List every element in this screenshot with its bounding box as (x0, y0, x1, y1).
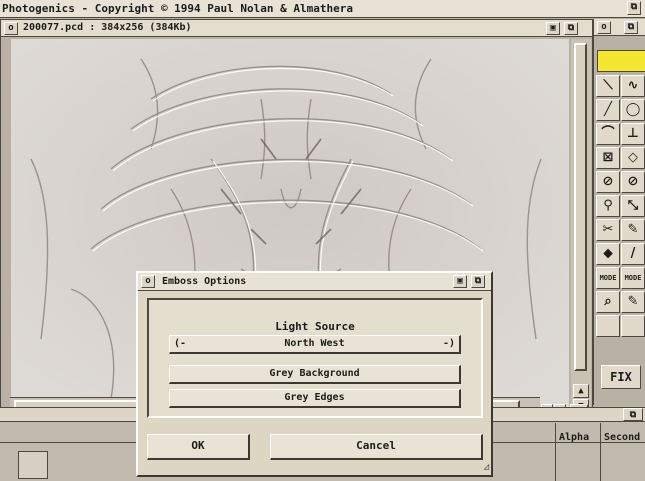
ok-button[interactable]: OK (147, 434, 250, 460)
dialog-zoom-gadget[interactable]: ▣ (453, 275, 467, 288)
brush-icon[interactable]: ⌕ (596, 291, 620, 313)
image-close-gadget[interactable]: o (4, 22, 18, 35)
vertical-scroll-knob[interactable] (574, 43, 587, 371)
vertical-scrollbar[interactable] (571, 39, 591, 419)
fill-icon[interactable]: ⬥ (596, 243, 620, 265)
column-divider (555, 443, 556, 481)
image-zoom-gadget[interactable]: ▣ (546, 22, 560, 35)
magnify-icon[interactable]: ⚲ (596, 195, 620, 217)
resize-icon[interactable]: ⤡ (621, 195, 645, 217)
screen-title: Photogenics - Copyright © 1994 Paul Nola… (2, 2, 353, 15)
layer-window-depth-gadget[interactable]: ⧉ (623, 408, 643, 421)
column-alpha[interactable]: Alpha (555, 423, 599, 443)
tool-palette: o ⧉ ⟍ ∿ ╱ ◯ ⌒ ⊥ ⊠ ◇ ⊘ ⊘ ⚲ ⤡ ✂ ✎ ⬥ / MODE MODE ⌕ ✎ (593, 19, 645, 405)
image-window-title-bar[interactable]: o 200077.pcd : 384x256 (384Kb) ▣ ⧉ (1, 20, 592, 37)
pipette-icon[interactable]: ✎ (621, 219, 645, 241)
vertical-measure-icon[interactable]: ⊥ (621, 123, 645, 145)
emboss-options-dialog: o Emboss Options ▣ ⧉ Light Source (- Nor… (136, 271, 493, 477)
freehand-icon[interactable]: ∿ (621, 75, 645, 97)
screen-depth-gadget[interactable]: ⧉ (627, 1, 641, 15)
oval-crossed-icon[interactable]: ⊘ (596, 171, 620, 193)
eraser-icon[interactable]: ✎ (621, 291, 645, 313)
pen-icon[interactable]: / (621, 243, 645, 265)
ellipse-icon[interactable]: ◯ (621, 99, 645, 121)
line-icon[interactable]: ╱ (596, 99, 620, 121)
screen-title-bar: Photogenics - Copyright © 1994 Paul Nola… (0, 0, 645, 18)
diamond-icon[interactable]: ◇ (621, 147, 645, 169)
column-second[interactable]: Second (600, 423, 645, 443)
dialog-title: Emboss Options (162, 276, 247, 287)
mode-alt-icon[interactable]: MODE (621, 267, 645, 289)
tool-palette-depth-gadget[interactable]: ⧉ (624, 21, 638, 34)
image-window-title: 200077.pcd : 384x256 (384Kb) (23, 22, 192, 33)
scissors-icon[interactable]: ✂ (596, 219, 620, 241)
cycle-previous-icon[interactable]: (- (174, 336, 186, 352)
current-color-swatch[interactable] (597, 50, 645, 72)
blank-tool-2-icon[interactable] (621, 315, 645, 337)
fix-button[interactable]: FIX (601, 365, 641, 389)
oval-filled-icon[interactable]: ⊘ (621, 171, 645, 193)
rectangle-icon[interactable]: ⊠ (596, 147, 620, 169)
blank-tool-icon[interactable] (596, 315, 620, 337)
curve-icon[interactable]: ⌒ (596, 123, 620, 145)
cancel-button[interactable]: Cancel (270, 434, 483, 460)
tool-palette-title-bar[interactable]: o ⧉ (594, 19, 645, 36)
brush-stroke-icon[interactable]: ⟍ (596, 75, 620, 97)
scroll-up-button[interactable]: ▲ (573, 384, 589, 398)
options-panel: Light Source (- North West -) Grey Backg… (147, 298, 483, 418)
mode-icon[interactable]: MODE (596, 267, 620, 289)
dialog-close-gadget[interactable]: o (141, 275, 155, 288)
layer-thumbnail[interactable] (18, 451, 48, 479)
grey-edges-button[interactable]: Grey Edges (169, 389, 461, 408)
dialog-title-bar[interactable]: o Emboss Options ▣ ⧉ (138, 273, 491, 291)
dialog-size-gadget[interactable]: ◿ (477, 463, 489, 473)
light-source-value: North West (284, 338, 345, 349)
dialog-depth-gadget[interactable]: ⧉ (471, 275, 485, 288)
cycle-next-icon[interactable]: -) (443, 336, 455, 352)
light-source-label: Light Source (275, 320, 355, 333)
column-divider (600, 443, 601, 481)
image-depth-gadget[interactable]: ⧉ (564, 22, 578, 35)
tool-palette-close-gadget[interactable]: o (597, 21, 611, 34)
grey-background-button[interactable]: Grey Background (169, 365, 461, 384)
light-source-cycle-button[interactable]: (- North West -) (169, 335, 461, 354)
